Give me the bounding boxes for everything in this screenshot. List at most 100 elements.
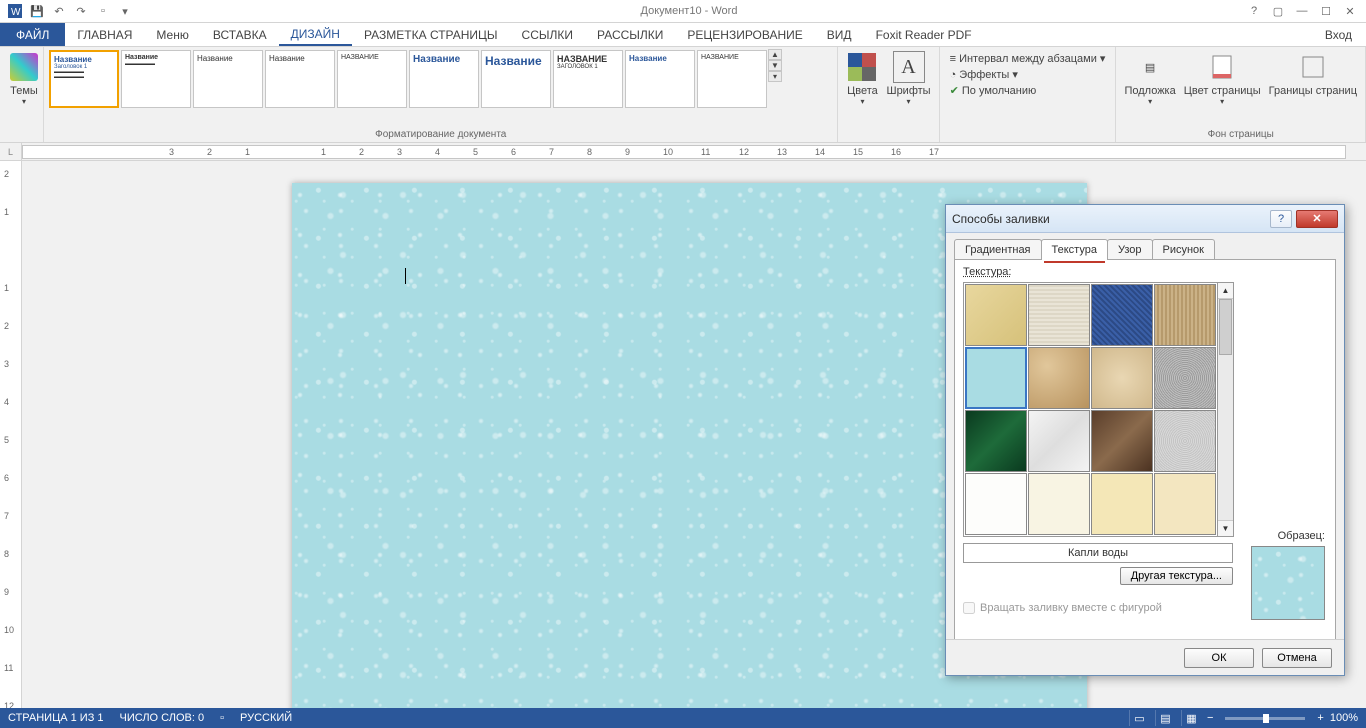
new-icon[interactable]: ▫ (93, 1, 113, 21)
scroll-thumb[interactable] (1219, 299, 1232, 355)
maximize-icon[interactable]: ☐ (1315, 1, 1337, 21)
cancel-button[interactable]: Отмена (1262, 648, 1332, 668)
window-title: Документ10 - Word (136, 5, 1242, 17)
tab-mailings[interactable]: РАССЫЛКИ (585, 23, 675, 46)
minimize-icon[interactable]: — (1291, 1, 1313, 21)
qat-more-icon[interactable]: ▾ (115, 1, 135, 21)
tab-foxit[interactable]: Foxit Reader PDF (864, 23, 984, 46)
dialog-help-icon[interactable]: ? (1270, 210, 1292, 228)
texture-swatch[interactable] (1091, 284, 1153, 346)
tab-file[interactable]: ФАЙЛ (0, 23, 65, 46)
tab-review[interactable]: РЕЦЕНЗИРОВАНИЕ (675, 23, 814, 46)
texture-swatch[interactable] (1154, 410, 1216, 472)
scroll-down-icon[interactable]: ▼ (1218, 520, 1233, 536)
texture-swatch[interactable] (1028, 473, 1090, 535)
dialog-titlebar[interactable]: Способы заливки ? ✕ (946, 205, 1344, 233)
style-item[interactable]: Название (697, 50, 767, 108)
style-item[interactable]: Название (193, 50, 263, 108)
zoom-value[interactable]: 100% (1330, 712, 1358, 724)
gallery-down-icon[interactable]: ▼ (768, 60, 782, 71)
texture-swatch[interactable] (1091, 473, 1153, 535)
texture-swatch[interactable] (1154, 347, 1216, 409)
watermark-button[interactable]: ▤ Подложка▾ (1120, 49, 1179, 108)
save-icon[interactable]: 💾 (27, 1, 47, 21)
tab-home[interactable]: ГЛАВНАЯ (65, 23, 144, 46)
tab-insert[interactable]: ВСТАВКА (201, 23, 279, 46)
ruler-corner[interactable]: L (0, 143, 22, 160)
gallery-up-icon[interactable]: ▲ (768, 49, 782, 60)
texture-swatch[interactable] (1091, 347, 1153, 409)
format-group-label: Форматирование документа (48, 127, 833, 142)
ribbon-options-icon[interactable]: ▢ (1267, 1, 1289, 21)
rotate-checkbox-input[interactable] (963, 602, 975, 614)
status-proofing-icon[interactable]: ▫ (220, 712, 224, 724)
gallery-scroll[interactable]: ▲ ▼ ▾ (768, 49, 782, 82)
paragraph-spacing-button[interactable]: ≡ Интервал между абзацами ▾ (948, 51, 1108, 66)
style-gallery[interactable]: НазваниеЗаголовок 1▬▬▬▬▬▬▬▬▬▬▬▬ Название… (48, 49, 768, 111)
word-icon[interactable]: W (5, 1, 25, 21)
view-web-icon[interactable]: ▦ (1181, 710, 1201, 726)
page-borders-button[interactable]: Границы страниц (1265, 49, 1361, 99)
view-read-icon[interactable]: ▭ (1129, 710, 1149, 726)
texture-swatch[interactable] (965, 284, 1027, 346)
status-page[interactable]: СТРАНИЦА 1 ИЗ 1 (8, 712, 104, 724)
style-item[interactable]: Название (625, 50, 695, 108)
tab-texture[interactable]: Текстура (1041, 239, 1108, 260)
zoom-slider[interactable] (1225, 717, 1305, 720)
rotate-fill-checkbox[interactable]: Вращать заливку вместе с фигурой (963, 602, 1162, 614)
status-words[interactable]: ЧИСЛО СЛОВ: 0 (120, 712, 205, 724)
tab-references[interactable]: ССЫЛКИ (510, 23, 585, 46)
redo-icon[interactable]: ↷ (71, 1, 91, 21)
help-icon[interactable]: ? (1243, 1, 1265, 21)
status-language[interactable]: РУССКИЙ (240, 712, 292, 724)
texture-swatch[interactable] (965, 410, 1027, 472)
texture-swatch[interactable] (1154, 284, 1216, 346)
dialog-tabs: Градиентная Текстура Узор Рисунок (946, 233, 1344, 260)
dialog-panel: Текстура: ▲ (954, 259, 1336, 655)
vertical-ruler[interactable]: 21123456789101112 (0, 161, 22, 708)
effects-button[interactable]: ◔ Эффекты ▾ (948, 67, 1108, 82)
login-link[interactable]: Вход (1311, 23, 1366, 46)
texture-swatch[interactable] (1154, 473, 1216, 535)
texture-swatch[interactable] (1028, 410, 1090, 472)
texture-swatch-selected[interactable] (965, 347, 1027, 409)
tab-view[interactable]: ВИД (815, 23, 864, 46)
style-item[interactable]: Название (409, 50, 479, 108)
style-item[interactable]: Название (265, 50, 335, 108)
texture-swatch[interactable] (1028, 284, 1090, 346)
ribbon-tabs: ФАЙЛ ГЛАВНАЯ Меню ВСТАВКА ДИЗАЙН РАЗМЕТК… (0, 23, 1366, 47)
style-item[interactable]: НазваниеЗаголовок 1▬▬▬▬▬▬▬▬▬▬▬▬ (49, 50, 119, 108)
style-item[interactable]: Название▬▬▬▬▬▬ (121, 50, 191, 108)
view-print-icon[interactable]: ▤ (1155, 710, 1175, 726)
themes-button[interactable]: Темы ▾ (4, 49, 44, 108)
tab-pattern[interactable]: Узор (1107, 239, 1153, 260)
texture-swatch[interactable] (1028, 347, 1090, 409)
set-default-button[interactable]: ✔ По умолчанию (948, 83, 1108, 98)
other-texture-button[interactable]: Другая текстура... (1120, 567, 1233, 585)
texture-swatch[interactable] (965, 473, 1027, 535)
tab-picture[interactable]: Рисунок (1152, 239, 1216, 260)
zoom-in-icon[interactable]: + (1317, 712, 1323, 724)
fonts-button[interactable]: А Шрифты▾ (882, 49, 934, 108)
close-icon[interactable]: ✕ (1339, 1, 1361, 21)
zoom-out-icon[interactable]: − (1207, 712, 1213, 724)
horizontal-ruler[interactable]: 3211234567891011121314151617 (22, 145, 1346, 159)
undo-icon[interactable]: ↶ (49, 1, 69, 21)
style-item[interactable]: НазваниеЗАГОЛОВОК 1 (553, 50, 623, 108)
tab-menu[interactable]: Меню (144, 23, 200, 46)
dialog-footer: ОК Отмена (946, 639, 1344, 675)
tab-layout[interactable]: РАЗМЕТКА СТРАНИЦЫ (352, 23, 510, 46)
texture-scrollbar[interactable]: ▲ ▼ (1218, 282, 1234, 537)
dialog-close-icon[interactable]: ✕ (1296, 210, 1338, 228)
page-color-button[interactable]: Цвет страницы▾ (1180, 49, 1265, 108)
scroll-up-icon[interactable]: ▲ (1218, 283, 1233, 299)
sample-label: Образец: (1278, 530, 1325, 542)
ok-button[interactable]: ОК (1184, 648, 1254, 668)
style-item[interactable]: Название (337, 50, 407, 108)
gallery-more-icon[interactable]: ▾ (768, 71, 782, 82)
texture-swatch[interactable] (1091, 410, 1153, 472)
style-item[interactable]: Название (481, 50, 551, 108)
tab-gradient[interactable]: Градиентная (954, 239, 1042, 260)
tab-design[interactable]: ДИЗАЙН (279, 23, 352, 46)
colors-button[interactable]: Цвета▾ (842, 49, 882, 108)
